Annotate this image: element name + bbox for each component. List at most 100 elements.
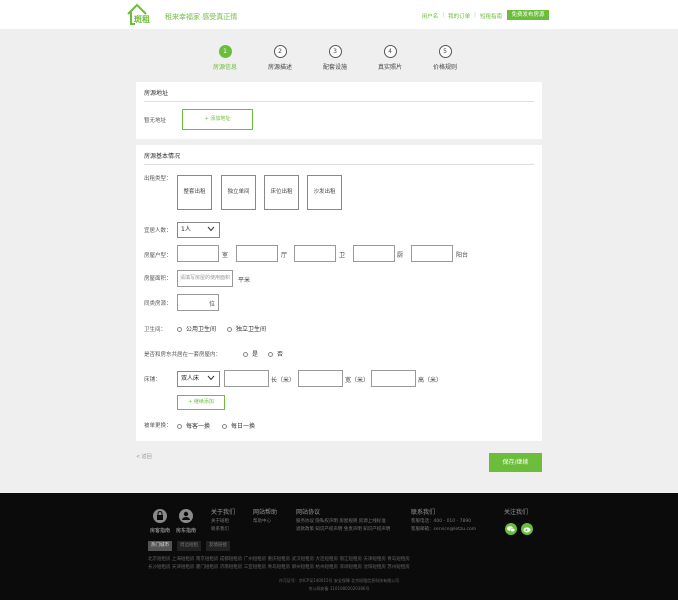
guide-link[interactable]: 短租指南 [480, 12, 502, 20]
copyright-line: 许可证号：京ICP证140015号 安全保障 北京斑租信息科技有限公司 [278, 578, 400, 583]
bathroom-label: 卫生间： [144, 327, 167, 333]
step-2[interactable]: 2 房源描述 [260, 45, 300, 71]
my-orders-link[interactable]: 我的订单 [448, 12, 470, 20]
radio-label: 否 [277, 351, 284, 358]
step-number: 1 [218, 45, 232, 58]
radio-circle [177, 424, 182, 429]
step-3[interactable]: 3 配套设施 [315, 45, 355, 71]
rent-type-sofa[interactable]: 沙发出租 [307, 175, 342, 210]
no-address-label: 暂无地址 [144, 118, 167, 124]
address-card-title: 房源地址 [144, 90, 169, 97]
step-4[interactable]: 4 真实照片 [370, 45, 410, 71]
divider [144, 101, 534, 102]
unit-room: 室 [222, 252, 229, 259]
tab-friend-links[interactable]: 友情链接 [206, 541, 230, 551]
rent-type-room[interactable]: 独立单间 [221, 175, 256, 210]
footer-about-title: 关于我们 [211, 509, 236, 516]
same-type-unit: 位 [209, 301, 216, 308]
footer-help-link[interactable]: 帮助中心 [253, 518, 271, 524]
unit-balcony: 阳台 [456, 252, 469, 259]
linen-label: 被单更换： [144, 423, 172, 429]
city-links[interactable]: 北京短租房 上海短租房 南京短租房 成都短租房 广州短租房 重庆短租房 武汉短租… [148, 556, 410, 562]
footer-contact-title: 联系我们 [411, 509, 436, 516]
radio-circle [243, 352, 248, 357]
add-address-button[interactable]: + 添加地址 [182, 109, 253, 130]
weibo-icon[interactable] [521, 523, 533, 535]
bathroom-private-radio[interactable]: 独立卫生间 [227, 324, 266, 333]
footer-terms-links[interactable]: 退款政策 知识产权声明 免责声明 知识产权声明 [296, 526, 390, 532]
share-yes-radio[interactable]: 是 [243, 349, 258, 358]
step-5[interactable]: 5 价格规则 [425, 45, 465, 71]
link-separator: | [474, 12, 476, 18]
footer-contact-link[interactable]: 联系我们 [211, 526, 229, 532]
step-label: 配套设施 [322, 64, 347, 71]
bed-width-input[interactable] [298, 370, 343, 387]
radio-label: 每日一换 [231, 423, 256, 430]
step-number: 5 [438, 45, 452, 58]
radio-label: 每客一换 [186, 423, 211, 430]
lock-icon[interactable] [153, 509, 167, 523]
step-number: 3 [328, 45, 342, 58]
top-links: 用户名 | 我的订单 | 短租指南 [422, 12, 502, 20]
footer-about-link[interactable]: 关于斑租 [211, 518, 229, 524]
bedroom-count-input[interactable] [177, 245, 219, 262]
step-label: 真实照片 [377, 64, 402, 71]
back-link[interactable]: < 返回 [136, 453, 152, 460]
area-unit: 平米 [238, 277, 251, 284]
police-record-line: 京公网安备 11010802020386号 [308, 586, 370, 591]
occupancy-select[interactable]: 1人 [177, 222, 220, 238]
slogan: 租来幸福家 感受真正情 [165, 13, 238, 21]
living-count-input[interactable] [236, 245, 278, 262]
footer-phone: 客服电话：400 - 010 - 7890 [411, 519, 472, 524]
step-number: 2 [273, 45, 287, 58]
share-no-radio[interactable]: 否 [268, 349, 283, 358]
radio-label: 公用卫生间 [186, 326, 217, 333]
linen-per-guest-radio[interactable]: 每客一换 [177, 421, 210, 430]
kitchen-count-input[interactable] [353, 245, 395, 262]
bath-count-input[interactable] [294, 245, 336, 262]
bed-label: 床铺： [144, 377, 161, 383]
bed-type-select[interactable]: 双人床 [177, 371, 220, 387]
bed-height-unit: 高（米） [418, 377, 443, 384]
bathroom-shared-radio[interactable]: 公用卫生间 [177, 324, 216, 333]
footer-email: 客服邮箱：service@letzu.com [411, 527, 477, 532]
tab-nearby[interactable]: 周边短租 [177, 541, 201, 551]
layout-label: 房屋户型： [144, 253, 172, 259]
bed-length-unit: 长（米） [271, 377, 296, 384]
footer-terms-title: 网站协议 [296, 509, 321, 516]
radio-circle [222, 424, 227, 429]
publish-listing-button[interactable]: 免费发布房源 [507, 10, 549, 20]
bed-width-unit: 宽（米） [345, 377, 370, 384]
progress-steps: 1 房源信息 2 房源描述 3 配套设施 4 真实照片 5 价格规则 [190, 45, 470, 75]
chevron-down-icon [207, 375, 215, 381]
radio-label: 独立卫生间 [236, 326, 267, 333]
radio-circle [177, 327, 182, 332]
radio-label: 是 [252, 351, 259, 358]
logo-text[interactable]: 斑租 [134, 14, 150, 25]
host-guide-label[interactable]: 房东指南 [176, 527, 196, 534]
unit-hall: 厅 [281, 252, 288, 259]
city-links[interactable]: 长沙短租房 天津短租房 厦门短租房 济南短租房 三亚短租房 青岛短租房 郑州短租… [148, 564, 410, 570]
step-label: 价格规则 [432, 64, 457, 71]
step-1[interactable]: 1 房源信息 [205, 45, 245, 71]
unit-bath: 卫 [339, 252, 346, 259]
step-number: 4 [383, 45, 397, 58]
wechat-icon[interactable] [505, 523, 517, 535]
save-continue-button[interactable]: 保存/继续 [489, 453, 542, 472]
tab-hot-cities[interactable]: 热门城市 [148, 541, 172, 551]
bed-height-input[interactable] [371, 370, 416, 387]
link-separator: | [442, 12, 445, 18]
user-link[interactable]: 用户名 [422, 12, 439, 20]
rent-type-bed[interactable]: 床位出租 [264, 175, 299, 210]
balcony-count-input[interactable] [411, 245, 453, 262]
linen-daily-radio[interactable]: 每日一换 [222, 421, 255, 430]
rent-type-whole[interactable]: 整套出租 [177, 175, 212, 210]
tenant-guide-label[interactable]: 房客指南 [150, 527, 170, 534]
area-input[interactable]: 请填写房屋的使用面积 [177, 270, 233, 287]
footer-terms-links[interactable]: 服务协议 隐私权声明 房屋规则 房源上线标准 [296, 518, 386, 524]
unit-kitchen: 厨 [397, 252, 404, 259]
step-label: 房源信息 [212, 64, 237, 71]
user-icon[interactable] [179, 509, 193, 523]
bed-length-input[interactable] [224, 370, 269, 387]
add-bed-button[interactable]: + 继续添加 [177, 395, 225, 410]
